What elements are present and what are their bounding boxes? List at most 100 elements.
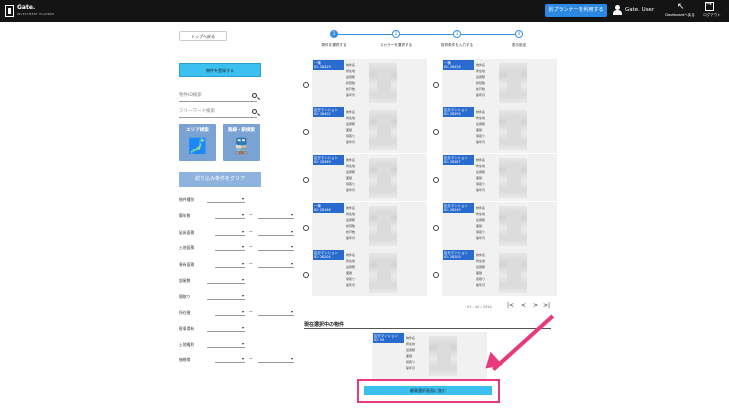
field-label: 築年月 [476,93,486,97]
filter-select-min[interactable] [215,212,245,219]
filter-label: 専有面積 [179,262,195,267]
property-radio[interactable] [433,272,439,278]
property-radio[interactable] [433,129,439,135]
filter-select-max[interactable] [258,244,294,251]
filter-select-max[interactable] [258,229,294,236]
property-id-search-input[interactable]: 物件ID検索 [179,90,257,102]
range-tilde: 〜 [249,212,253,217]
property-radio[interactable] [303,225,309,231]
dashboard-back-icon[interactable]: ↖ [677,2,685,12]
result-count: 01 - 40 / 2944 [467,305,492,309]
filter-select-min[interactable] [215,356,245,363]
property-card[interactable]: 区分マンション ID: 28387 物件名 所在地 最寄駅 面積 間取り 築年月 [442,154,557,201]
next-page-button[interactable]: > [533,302,538,309]
filter-select-max[interactable] [258,212,294,219]
area-search-label: エリア検索 [186,128,209,133]
range-tilde: 〜 [249,244,253,249]
search-icon[interactable] [252,93,257,98]
property-card[interactable]: 区分マンション ID: 28402 物件名 所在地 最寄駅 面積 間取り 築年月 [312,106,427,153]
field-label: 築年月 [346,236,356,240]
property-card[interactable]: 区分マンション ID: 28249 物件名 所在地 最寄駅 面積 間取り 築年月 [442,202,557,249]
property-card[interactable]: 区分マンション ID: 28200 物件名 所在地 最寄駅 面積 間取り 築年月 [442,249,557,296]
first-page-button[interactable]: |< [507,302,514,309]
filter-row: 部屋数 [179,276,299,285]
filter-select-min[interactable] [215,244,245,251]
station-search-button[interactable]: 路線・駅検索 🚆 [223,124,260,161]
switch-planner-button[interactable]: 別プランナーを利用する [545,4,607,17]
filter-select-min[interactable] [215,229,245,236]
redacted-values [499,206,527,246]
property-radio[interactable] [433,225,439,231]
filter-select-min[interactable] [207,341,245,348]
logout-icon[interactable] [705,0,714,11]
filter-select-min[interactable] [207,325,245,332]
range-tilde: 〜 [249,309,253,314]
property-fields: 物件名 所在地 最寄駅 面積 間取り 築年月 [476,157,485,193]
property-radio[interactable] [433,82,439,88]
prev-page-button[interactable]: < [521,302,526,309]
filter-select-max[interactable] [258,309,294,316]
property-radio[interactable] [303,82,309,88]
clear-filters-button[interactable]: 絞り込み条件をクリア [179,172,261,187]
property-fields: 物件名 所在地 最寄駅 総階数 総戸数 築年月 [476,62,485,98]
redacted-values [369,158,397,198]
property-card[interactable]: 区分マンション ID: 28204 物件名 所在地 最寄駅 面積 間取り 築年月 [312,249,427,296]
filter-label: 物件種別 [179,197,195,202]
dashboard-back-label[interactable]: Dashboardへ戻る [655,13,705,18]
station-search-label: 路線・駅検索 [228,128,255,133]
last-page-button[interactable]: >| [543,302,550,309]
property-radio[interactable] [303,177,309,183]
step-1-marker: 1 [330,30,338,38]
train-icon: 🚆 [232,137,251,155]
proceed-to-customer-button[interactable]: 顧客選択画面に進む [364,386,492,395]
filter-row: 土地権利 [179,340,299,349]
property-radio[interactable] [303,272,309,278]
property-card[interactable]: 一棟 ID: 28429 物件名 所在地 最寄駅 総階数 総戸数 築年月 [312,59,427,106]
filter-label: 所在階 [179,310,191,315]
area-search-button[interactable]: エリア検索 🗾 [179,124,216,161]
filter-label: 駐車場有 [179,326,195,331]
step-1-label: 物件を選択する [321,43,347,47]
property-card[interactable]: 一棟 ID: 28428 物件名 所在地 最寄駅 総階数 総戸数 築年月 [442,59,557,106]
field-label: 築年月 [346,188,356,192]
property-card[interactable]: 区分マンション ID: 28389 物件名 所在地 最寄駅 面積 間取り 築年月 [312,154,427,201]
filter-select-min[interactable] [215,261,245,268]
selected-divider [304,328,551,329]
freeword-search-input[interactable]: フリーワード検索 [179,106,257,118]
logout-label[interactable]: ログアウト [700,13,724,18]
property-card[interactable]: 区分マンション ID: 28399 物件名 所在地 最寄駅 面積 間取り 築年月 [442,106,557,153]
property-type-tag: 一棟 ID: 28428 [443,60,474,70]
filter-select-max[interactable] [258,356,294,363]
back-to-top-button[interactable]: トップへ戻る [179,31,227,41]
property-id: ID: 28389 [314,160,331,164]
property-radio[interactable] [433,177,439,183]
property-id: ID: 28402 [314,112,331,116]
filter-row: 土地面積 〜 [179,243,299,252]
property-type-tag: 一棟 ID: 28166 [313,203,344,213]
register-property-button[interactable]: 物件を登録する [179,63,261,77]
redacted-values [499,158,527,198]
filter-select-min[interactable] [207,277,245,284]
logo-subtitle: INVESTMENT PLANNER [17,12,55,16]
user-name[interactable]: Gate. User [625,7,654,13]
property-type-tag: 区分マンション ID: 28204 [313,250,344,260]
filter-row: 所在階 〜 [179,308,299,317]
property-card[interactable]: 一棟 ID: 28166 物件名 所在地 最寄駅 総階数 総戸数 築年月 [312,202,427,249]
property-fields: 物件名 所在地 最寄駅 面積 間取り 築年月 [476,205,485,241]
filter-select-min[interactable] [215,309,245,316]
search-icon[interactable] [252,109,257,114]
filter-label: 延床面積 [179,230,195,235]
property-radio[interactable] [303,129,309,135]
filter-label: 土地面積 [179,245,195,250]
filter-select-min[interactable] [207,196,245,203]
property-id: ID: 28249 [444,208,461,212]
property-id: ID: 28200 [444,255,461,259]
filter-select-max[interactable] [258,261,294,268]
property-fields: 物件名 所在地 最寄駅 面積 間取り 築年月 [476,252,485,288]
user-icon [613,5,622,15]
progress-line [333,34,519,35]
top-bar: Gate. INVESTMENT PLANNER 別プランナーを利用する Gat… [0,0,729,22]
range-tilde: 〜 [249,229,253,234]
filter-select-min[interactable] [207,293,245,300]
redacted-values [429,336,457,376]
